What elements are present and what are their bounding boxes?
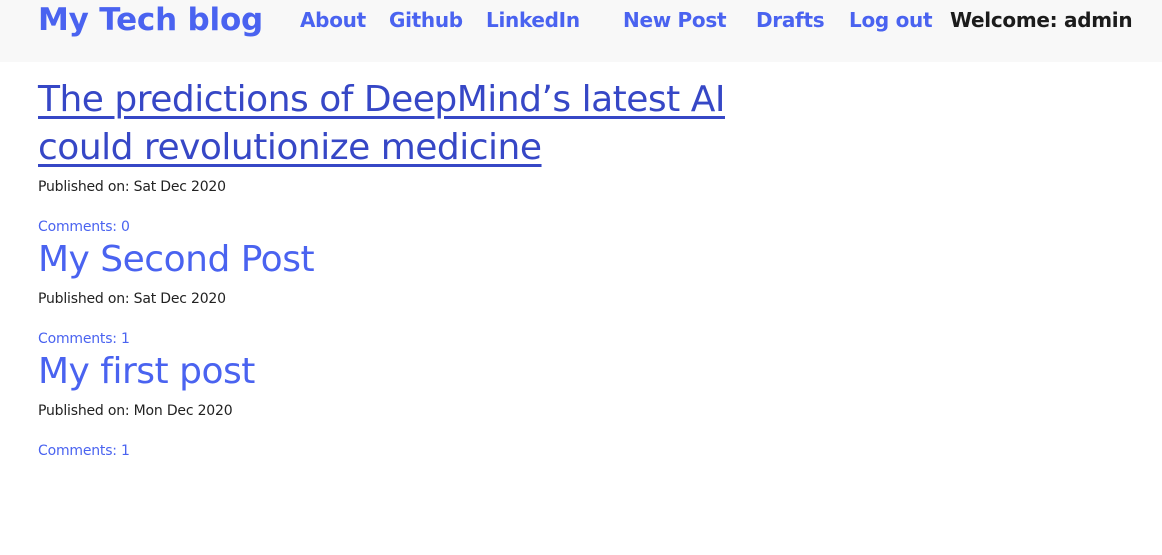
post-item: My Second Post Published on: Sat Dec 202…: [38, 236, 798, 348]
nav-link-about[interactable]: About: [300, 8, 366, 32]
post-published-date: Published on: Sat Dec 2020: [38, 291, 226, 307]
nav-link-new-post[interactable]: New Post: [623, 8, 727, 32]
post-title-link[interactable]: The predictions of DeepMind’s latest AI …: [38, 76, 798, 172]
post-item: The predictions of DeepMind’s latest AI …: [38, 76, 798, 236]
post-title-link[interactable]: My first post: [38, 348, 798, 396]
navbar: My Tech blog About Github LinkedIn New P…: [0, 0, 1162, 62]
nav-link-drafts[interactable]: Drafts: [756, 8, 825, 32]
nav-link-log-out[interactable]: Log out: [849, 8, 933, 32]
post-comments-link[interactable]: Comments: 0: [38, 218, 798, 236]
nav-link-github[interactable]: Github: [389, 8, 463, 32]
post-item: My first post Published on: Mon Dec 2020…: [38, 348, 798, 460]
post-title-link[interactable]: My Second Post: [38, 236, 798, 284]
welcome-text: Welcome: admin: [950, 8, 1133, 32]
post-published-date: Published on: Mon Dec 2020: [38, 403, 233, 419]
post-list: The predictions of DeepMind’s latest AI …: [38, 76, 798, 460]
post-published-date: Published on: Sat Dec 2020: [38, 179, 226, 195]
post-comments-link[interactable]: Comments: 1: [38, 442, 798, 460]
brand-link[interactable]: My Tech blog: [38, 2, 263, 38]
post-comments-link[interactable]: Comments: 1: [38, 330, 798, 348]
nav-link-linkedin[interactable]: LinkedIn: [486, 8, 580, 32]
